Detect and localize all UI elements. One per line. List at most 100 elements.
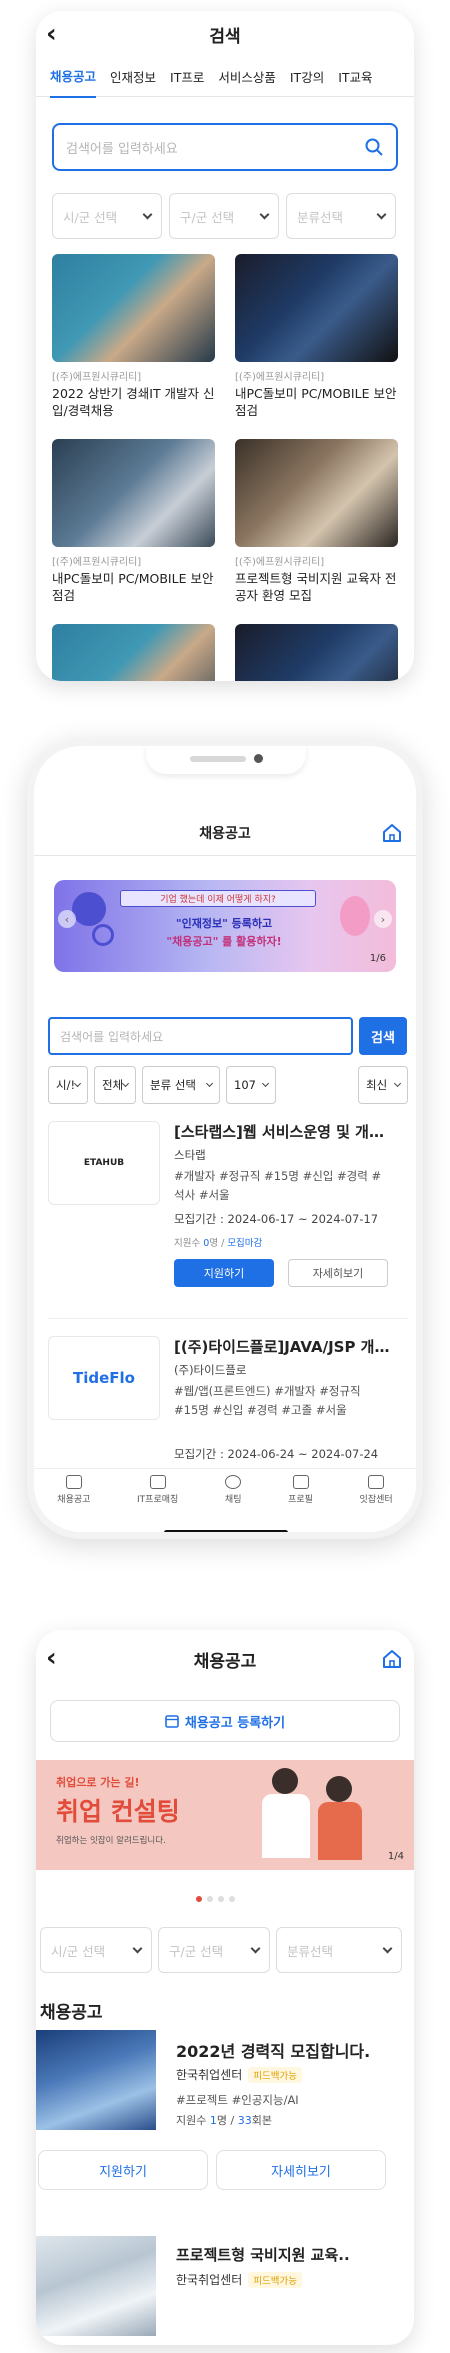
category-tabs: 채용공고 인재정보 IT프로 서비스상품 IT강의 IT교육 (36, 56, 414, 98)
result-card-partial[interactable] (235, 624, 398, 681)
page-title: 채용공고 (193, 1651, 257, 1672)
banner-line1: 기업 했는데 이제 어떻게 하지? (120, 890, 316, 907)
job-thumbnail (36, 2236, 156, 2336)
register-job-button[interactable]: 채용공고 등록하기 (50, 1700, 400, 1742)
dot-active[interactable] (196, 1896, 202, 1902)
search-icon[interactable] (364, 137, 384, 157)
detail-button[interactable]: 자세히보기 (288, 1259, 388, 1287)
detail-button[interactable]: 자세히보기 (216, 2150, 386, 2190)
divider (48, 1318, 408, 1319)
nav-itpro[interactable]: IT프로매칭 (137, 1475, 178, 1518)
tab-jobs[interactable]: 채용공고 (50, 56, 97, 98)
apply-button[interactable]: 지원하기 (38, 2150, 208, 2190)
job-company: (주)타이드플로 (174, 1363, 247, 1377)
tab-itpro[interactable]: IT프로 (170, 57, 204, 97)
card-title: 프로젝트형 국비지원 교육자 전공자 환영 모집 (235, 571, 397, 603)
next-arrow-icon[interactable]: › (374, 910, 392, 928)
city-select[interactable]: 시/군 선택 (52, 193, 162, 239)
back-arrow-icon[interactable]: ‹ (46, 1643, 57, 1673)
result-card[interactable]: [(주)에프원시큐리티] 내PC돌보미 PC/MOBILE 보안점검 (235, 254, 398, 419)
tab-lectures[interactable]: IT강의 (290, 57, 324, 97)
nav-jobs[interactable]: 채용공고 (57, 1475, 90, 1518)
pin-icon (340, 896, 370, 936)
city-select-label: 시/군 선택 (63, 209, 118, 225)
card-company: [(주)에프원시큐리티] (52, 557, 142, 568)
all-filter[interactable]: 전체 (94, 1066, 136, 1104)
nav-chat-label: 채팅 (224, 1495, 242, 1505)
search-button[interactable]: 검색 (359, 1017, 407, 1055)
tab-services[interactable]: 서비스상품 (218, 57, 276, 97)
district-select-label: 구/군 선택 (180, 209, 235, 225)
feedback-badge: 피드백가능 (248, 2272, 302, 2288)
banner-big: 취업 컨설팅 (56, 1797, 180, 1826)
city-filter[interactable]: 시/! (48, 1066, 88, 1104)
chevron-down-icon (205, 1079, 214, 1087)
applicants-label: 지원수 (176, 2114, 207, 2127)
category-filter[interactable]: 분류 선택 (142, 1066, 220, 1104)
job-title[interactable]: 2022년 경력직 모집합니다. (176, 2038, 370, 2062)
promo-banner[interactable]: 기업 했는데 이제 어떻게 하지? "인재정보" 등록하고 "채용공고" 를 활… (54, 880, 396, 972)
magnifier-icon (92, 924, 114, 946)
job-item[interactable]: TideFlo [(주)타이드플로]JAVA/JSP 개발자 (주)타이드플로 … (48, 1336, 408, 1471)
category-select-label: 분류선택 (297, 209, 344, 225)
section-title: 채용공고 (40, 2003, 103, 2023)
dot[interactable] (229, 1896, 235, 1902)
district-select[interactable]: 구/군 선택 (169, 193, 279, 239)
count-filter-label: 107 (234, 1078, 256, 1092)
banner-desc: 취업하는 잇잡이 알려드립니다. (56, 1836, 166, 1846)
card-thumbnail (235, 439, 398, 547)
job-title[interactable]: 프로젝트형 국비지원 교육.. (176, 2244, 350, 2265)
applicants-count: 1 (209, 2114, 217, 2127)
prev-arrow-icon[interactable]: ‹ (58, 910, 76, 928)
home-icon[interactable] (382, 1649, 402, 1669)
count-filter[interactable]: 107 (226, 1066, 276, 1104)
feedback-badge: 피드백가능 (248, 2067, 302, 2083)
chevron-down-icon (259, 209, 270, 219)
result-card[interactable]: [(주)에프원시큐리티] 내PC돌보미 PC/MOBILE 보안점검 (52, 439, 215, 604)
category-select[interactable]: 분류선택 (276, 1927, 402, 1973)
dot[interactable] (207, 1896, 213, 1902)
phone-notch (146, 746, 306, 774)
back-arrow-icon[interactable]: ‹ (46, 19, 57, 49)
nav-profile-label: 프로필 (288, 1495, 313, 1505)
chevron-down-icon (122, 1079, 130, 1087)
city-select-label: 시/군 선택 (51, 1943, 106, 1959)
apply-button[interactable]: 지원하기 (174, 1259, 274, 1287)
nav-chat[interactable]: 채팅 (224, 1475, 242, 1518)
nav-profile[interactable]: 프로필 (288, 1475, 313, 1518)
search-input[interactable]: 검색어를 입력하세요 (48, 1017, 353, 1055)
chevron-down-icon (376, 209, 387, 219)
profile-icon (292, 1475, 309, 1489)
dot[interactable] (218, 1896, 224, 1902)
category-select[interactable]: 분류선택 (286, 193, 396, 239)
banner-page: 1/6 (369, 953, 386, 964)
home-icon[interactable] (382, 823, 402, 843)
job-title[interactable]: [스타랩스]웹 서비스운영 및 개발자 (174, 1121, 396, 1142)
calendar-icon (165, 1715, 179, 1728)
city-select[interactable]: 시/군 선택 (40, 1927, 152, 1973)
building-icon (368, 1475, 385, 1489)
district-select[interactable]: 구/군 선택 (158, 1927, 270, 1973)
carousel-dots (196, 1896, 235, 1902)
search-input[interactable]: 검색어를 입력하세요 (52, 123, 398, 171)
card-thumbnail (235, 254, 398, 362)
company-logo-text: ETAHUB (83, 1158, 125, 1168)
applicants-unit: 명 / (216, 2114, 235, 2127)
tab-education[interactable]: IT교육 (338, 57, 372, 97)
nav-center[interactable]: 잇잡센터 (360, 1475, 393, 1518)
search-placeholder: 검색어를 입력하세요 (60, 1029, 164, 1044)
card-company: [(주)에프원시큐리티] (235, 557, 325, 568)
applicant-line: 지원수 1명 / 33회본 (176, 2112, 272, 2128)
job-title[interactable]: [(주)타이드플로]JAVA/JSP 개발자 (174, 1336, 396, 1357)
tab-talent[interactable]: 인재정보 (110, 57, 156, 97)
result-card-partial[interactable] (52, 624, 215, 681)
card-title: 내PC돌보미 PC/MOBILE 보안점검 (52, 571, 214, 603)
card-thumbnail (235, 624, 398, 681)
sort-filter[interactable]: 최신 (358, 1066, 408, 1104)
result-card[interactable]: [(주)에프원시큐리티] 2022 상반기 경쇄IT 개발자 신입/경력채용 (52, 254, 215, 419)
consulting-banner[interactable]: 취업으로 가는 길! 취업 컨설팅 취업하는 잇잡이 알려드립니다. 1/4 (36, 1760, 414, 1870)
chevron-down-icon (250, 1943, 261, 1953)
result-card[interactable]: [(주)에프원시큐리티] 프로젝트형 국비지원 교육자 전공자 환영 모집 (235, 439, 398, 604)
job-item[interactable]: ETAHUB [스타랩스]웹 서비스운영 및 개발자 스타랩 #개발자 #정규직… (48, 1121, 408, 1301)
chevron-down-icon (261, 1079, 270, 1087)
